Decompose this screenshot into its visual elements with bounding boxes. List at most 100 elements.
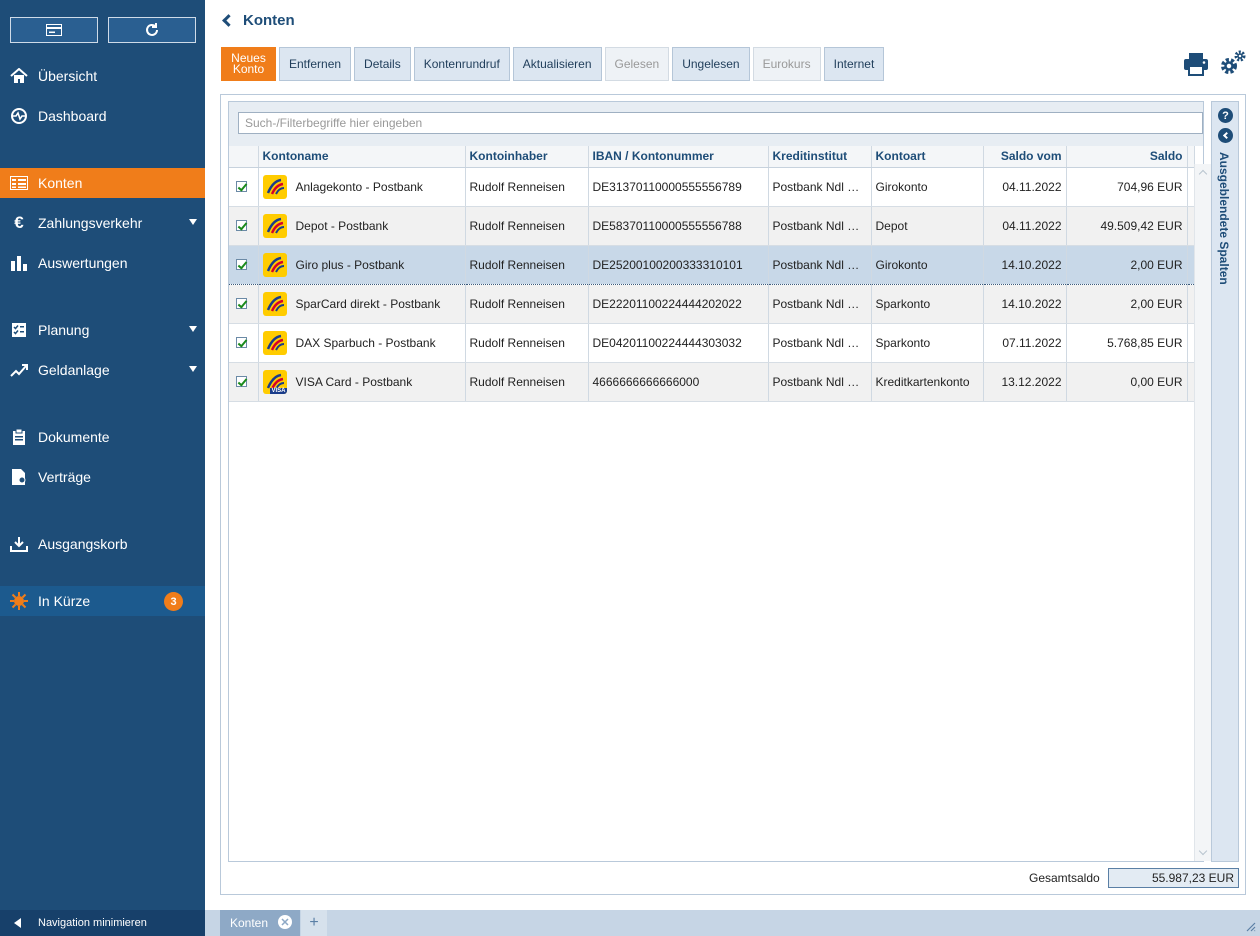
sidebar-item-zahlungsverkehr[interactable]: € Zahlungsverkehr <box>0 208 205 238</box>
col-header-kontoinhaber[interactable]: Kontoinhaber <box>465 146 589 168</box>
bank-logo <box>262 252 287 277</box>
row-checkbox[interactable] <box>236 259 247 270</box>
search-field[interactable] <box>238 112 1203 134</box>
col-header-iban[interactable]: IBAN / Kontonummer <box>588 146 769 168</box>
col-header-select[interactable] <box>229 146 259 168</box>
col-header-saldo[interactable]: Saldo <box>1066 146 1188 168</box>
bank-logo <box>262 330 287 355</box>
col-header-saldo-vom[interactable]: Saldo vom <box>983 146 1067 168</box>
chevron-down-icon <box>189 219 197 225</box>
table-row[interactable]: VISA VISA Card - Postbank Rudolf Renneisen… <box>229 362 1195 402</box>
scroll-up-icon[interactable] <box>1198 169 1208 179</box>
row-checkbox[interactable] <box>236 376 247 387</box>
refresh-button[interactable] <box>108 17 196 43</box>
bank-logo <box>262 174 287 199</box>
visa-tag: VISA <box>270 387 287 394</box>
account-bank: Postbank Ndl Deutsche Bank <box>768 284 872 324</box>
card-view-button[interactable] <box>10 17 98 43</box>
row-checkbox[interactable] <box>236 337 247 348</box>
expand-panel-icon[interactable] <box>1218 128 1233 143</box>
account-name-cell: SparCard direkt - Postbank <box>258 284 466 324</box>
remove-button[interactable]: Entfernen <box>279 47 352 81</box>
account-name: Anlagekonto - Postbank <box>295 179 423 194</box>
table-row[interactable]: Giro plus - Postbank Rudolf Renneisen DE25… <box>229 244 1195 285</box>
col-header-kontoart[interactable]: Kontoart <box>871 146 984 168</box>
sidebar-item-dashboard[interactable]: Dashboard <box>0 101 205 131</box>
account-owner: Rudolf Renneisen <box>465 323 589 363</box>
resize-grip-icon[interactable] <box>1244 920 1256 932</box>
postbank-logo-icon <box>266 217 284 234</box>
back-chevron-icon[interactable] <box>222 13 235 27</box>
row-select-cell <box>229 244 259 285</box>
balance-date: 14.10.2022 <box>983 244 1067 285</box>
sidebar-item-konten[interactable]: Konten <box>0 168 205 198</box>
details-button[interactable]: Details <box>354 47 411 81</box>
account-type: Girokonto <box>871 244 984 285</box>
account-owner: Rudolf Renneisen <box>465 284 589 324</box>
row-checkbox[interactable] <box>236 298 247 309</box>
internet-button[interactable]: Internet <box>823 47 885 81</box>
bank-logo <box>262 213 287 238</box>
sidebar-item-planung[interactable]: Planung <box>0 315 205 345</box>
minimize-navigation-label: Navigation minimieren <box>38 917 147 929</box>
account-call-button[interactable]: Kontenrundruf <box>413 47 510 81</box>
chevron-down-icon <box>189 366 197 372</box>
account-name-cell: Depot - Postbank <box>258 206 466 246</box>
close-icon[interactable]: ✕ <box>278 915 292 929</box>
col-header-kreditinstitut[interactable]: Kreditinstitut <box>768 146 872 168</box>
table-header-row: Kontoname Kontoinhaber IBAN / Kontonumme… <box>229 146 1195 168</box>
new-account-button[interactable]: Neues Konto <box>221 47 276 81</box>
sidebar-item-vertraege[interactable]: Verträge <box>0 462 205 492</box>
print-icon[interactable] <box>1183 51 1209 77</box>
add-tab-button[interactable]: + <box>301 910 327 936</box>
checklist-icon <box>10 321 28 339</box>
table-row[interactable]: Anlagekonto - Postbank Rudolf Renneisen DE… <box>229 167 1195 207</box>
balance-date: 13.12.2022 <box>983 362 1067 402</box>
sidebar-item-geldanlage[interactable]: Geldanlage <box>0 355 205 385</box>
update-button[interactable]: Aktualisieren <box>512 47 602 81</box>
col-header-filler <box>1187 146 1195 168</box>
scroll-down-icon[interactable] <box>1198 846 1208 856</box>
sidebar-item-ausgangskorb[interactable]: Ausgangskorb <box>0 529 205 559</box>
col-header-kontoname[interactable]: Kontoname <box>258 146 466 168</box>
balance-amount: 2,00 EUR <box>1066 284 1188 324</box>
account-name: SparCard direkt - Postbank <box>295 296 441 311</box>
tab-label: Konten <box>230 916 269 930</box>
document-icon <box>10 428 28 446</box>
sidebar-item-dokumente[interactable]: Dokumente <box>0 422 205 452</box>
vertical-scrollbar[interactable] <box>1194 164 1211 861</box>
sidebar: Übersicht Dashboard Konten € Zahlungsver… <box>0 0 205 936</box>
minimize-navigation-button[interactable]: Navigation minimieren <box>0 910 205 936</box>
trend-icon <box>10 361 28 379</box>
sidebar-item-label: Übersicht <box>38 68 98 84</box>
search-input[interactable] <box>245 116 1202 130</box>
plus-icon: + <box>309 914 319 931</box>
table-row[interactable]: DAX Sparbuch - Postbank Rudolf Renneisen D… <box>229 323 1195 363</box>
table-row[interactable]: SparCard direkt - Postbank Rudolf Renneis… <box>229 284 1195 324</box>
euro-rate-button[interactable]: Eurokurs <box>752 47 821 81</box>
balance-date: 07.11.2022 <box>983 323 1067 363</box>
help-icon[interactable]: ? <box>1218 108 1233 123</box>
hidden-columns-panel[interactable]: ? Ausgeblendete Spalten <box>1211 101 1239 862</box>
row-checkbox[interactable] <box>236 220 247 231</box>
tab-konten[interactable]: Konten ✕ <box>220 910 300 936</box>
refresh-icon <box>146 23 158 36</box>
account-name-cell: DAX Sparbuch - Postbank <box>258 323 466 363</box>
mark-unread-button[interactable]: Ungelesen <box>672 47 750 81</box>
account-bank: Postbank Ndl Deutsche Bank <box>768 362 872 402</box>
account-name: DAX Sparbuch - Postbank <box>295 335 436 350</box>
account-type: Girokonto <box>871 167 984 207</box>
bar-chart-icon <box>10 254 28 272</box>
row-checkbox[interactable] <box>236 181 247 192</box>
sidebar-item-uebersicht[interactable]: Übersicht <box>0 61 205 91</box>
sidebar-item-auswertungen[interactable]: Auswertungen <box>0 248 205 278</box>
table-row[interactable]: Depot - Postbank Rudolf Renneisen DE583701… <box>229 206 1195 246</box>
account-bank: Postbank Ndl Deutsche Bank <box>768 323 872 363</box>
account-bank: Postbank Ndl Deutsche Bank <box>768 206 872 246</box>
balance-date: 04.11.2022 <box>983 206 1067 246</box>
mark-read-button[interactable]: Gelesen <box>604 47 670 81</box>
sidebar-item-in-kuerze[interactable]: In Kürze 3 <box>0 586 205 616</box>
settings-gears-icon[interactable] <box>1219 49 1247 77</box>
account-type: Sparkonto <box>871 284 984 324</box>
row-select-cell <box>229 167 259 207</box>
